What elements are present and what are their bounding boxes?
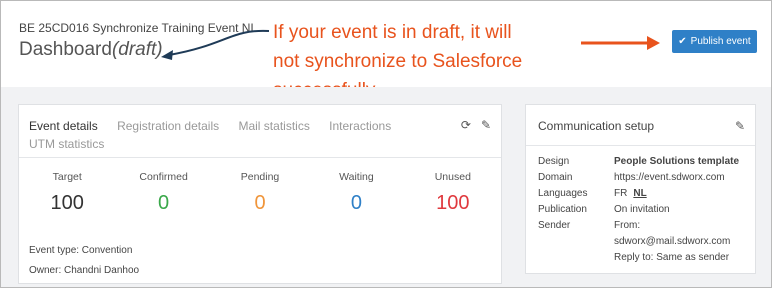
stat-value: 0 [350, 192, 362, 214]
stat-value: 100 [50, 192, 84, 214]
languages-label: Languages [538, 188, 588, 199]
stat-pending: Pending 0 [212, 171, 308, 215]
event-type: Event type: Convention [29, 245, 133, 256]
stat-label: Confirmed [139, 171, 188, 183]
check-icon: ✔ [678, 36, 687, 47]
stat-confirmed: Confirmed 0 [115, 171, 211, 215]
design-label: Design [538, 156, 570, 167]
tab-utm-statistics[interactable]: UTM statistics [29, 137, 104, 151]
domain-label: Domain [538, 172, 573, 183]
stat-target: Target 100 [19, 171, 115, 215]
stats-row: Target 100 Confirmed 0 Pending 0 Waiting… [19, 171, 501, 215]
event-meta: Event type: Convention Owner: Chandni Da… [29, 241, 139, 281]
pencil-icon[interactable]: ✎ [735, 119, 745, 133]
tab-mail-statistics[interactable]: Mail statistics [238, 119, 309, 133]
design-value: People Solutions template [614, 156, 740, 167]
refresh-icon[interactable]: ⟳ [461, 118, 471, 132]
lang-nl[interactable]: NL [633, 188, 646, 199]
details-tabs: Event details Registration details Mail … [29, 117, 429, 153]
stat-unused: Unused 100 [405, 171, 501, 215]
publication-label: Publication [538, 204, 587, 215]
annotation-curve-arrow [168, 29, 270, 56]
stat-label: Waiting [339, 171, 374, 183]
languages-value: FR NL [614, 186, 744, 202]
annotation-arrowhead-left [161, 50, 173, 60]
tab-actions: ⟳ ✎ [461, 118, 491, 132]
communication-details: Design People Solutions template Domain … [538, 154, 744, 266]
stat-waiting: Waiting 0 [308, 171, 404, 215]
event-details-panel: Event details Registration details Mail … [18, 104, 502, 284]
page-header: BE 25CD016 Synchronize Training Event NL… [1, 1, 771, 101]
communication-setup-panel: Communication setup ✎ Design People Solu… [525, 104, 756, 274]
pencil-icon[interactable]: ✎ [481, 118, 491, 132]
stat-value: 100 [436, 192, 470, 214]
stat-label: Target [52, 171, 82, 183]
sender-from: From: [614, 220, 641, 231]
sender-email: sdworx@mail.sdworx.com [614, 236, 731, 247]
tab-event-details[interactable]: Event details [29, 119, 98, 133]
event-owner: Owner: Chandni Danhoo [29, 265, 140, 276]
communication-setup-title: Communication setup [538, 119, 655, 133]
annotation-arrows [161, 29, 660, 60]
stat-label: Pending [240, 171, 280, 183]
publish-event-label: Publish event [690, 36, 751, 47]
annotation-arrowhead-right [647, 36, 660, 50]
dashboard-content: Event details Registration details Mail … [1, 87, 771, 287]
sender-label: Sender [538, 220, 571, 231]
stat-label: Unused [434, 171, 471, 183]
stat-value: 0 [254, 192, 266, 214]
tab-interactions[interactable]: Interactions [329, 119, 391, 133]
divider [19, 157, 501, 158]
publish-event-button[interactable]: ✔ Publish event [672, 30, 757, 53]
lang-fr: FR [614, 188, 628, 199]
sender-reply: Reply to: Same as sender [614, 252, 730, 263]
domain-value: https://event.sdworx.com [614, 172, 725, 183]
stat-value: 0 [158, 192, 170, 214]
publication-value: On invitation [614, 204, 670, 215]
tab-registration-details[interactable]: Registration details [117, 119, 219, 133]
divider [526, 145, 755, 146]
